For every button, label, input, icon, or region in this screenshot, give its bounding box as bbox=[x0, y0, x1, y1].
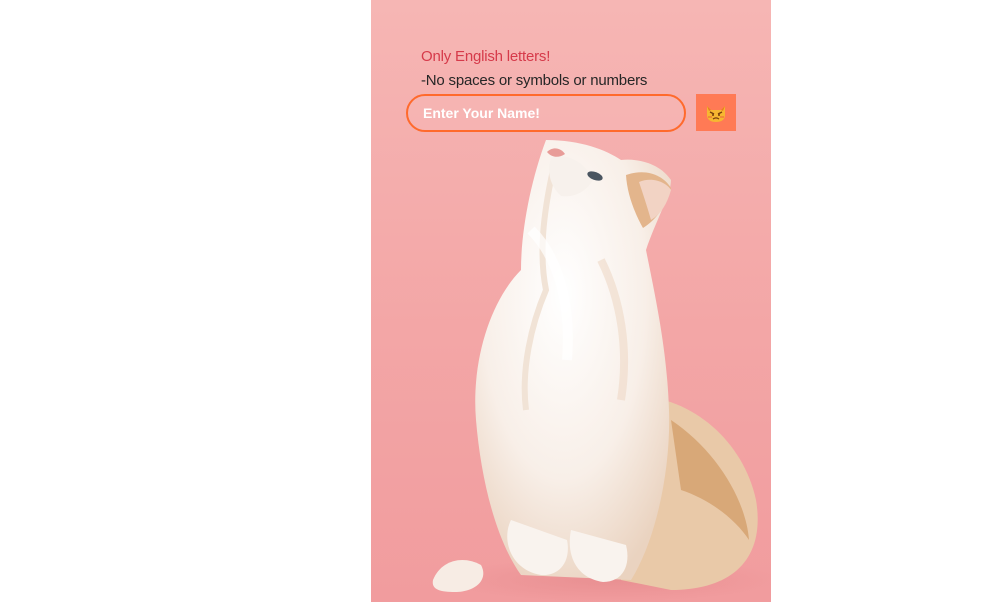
warning-text: Only English letters! bbox=[421, 48, 551, 65]
cat-photo bbox=[432, 140, 771, 602]
submit-button[interactable] bbox=[696, 94, 736, 131]
pouting-cat-emoji-icon bbox=[707, 105, 725, 122]
rule-text: -No spaces or symbols or numbers bbox=[421, 72, 648, 89]
name-input[interactable] bbox=[406, 94, 686, 132]
hero-card: Only English letters! -No spaces or symb… bbox=[371, 0, 771, 602]
